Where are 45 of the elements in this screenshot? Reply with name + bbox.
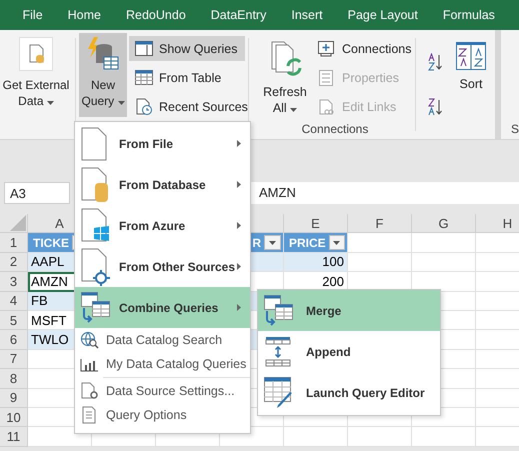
table-cell: 100 — [284, 252, 348, 272]
menu-item[interactable]: Query Options — [75, 403, 250, 427]
row-header[interactable]: 8 — [0, 369, 28, 389]
ribbon-tab[interactable]: Page Layout — [335, 8, 430, 22]
row-header[interactable]: 10 — [0, 408, 28, 428]
get-external-data-button[interactable]: Get External Data — [0, 33, 72, 119]
row-header[interactable]: 1 — [0, 233, 28, 253]
sort-button[interactable]: Sort — [451, 30, 491, 139]
group-label: Connections — [300, 122, 370, 138]
ribbon-tab[interactable]: Home — [55, 8, 114, 22]
row-header[interactable]: 7 — [0, 350, 28, 370]
ribbon-tab[interactable]: Formulas — [430, 8, 508, 22]
new-query-button[interactable]: New Query — [79, 33, 127, 117]
row-header[interactable]: 5 — [0, 310, 28, 330]
row-header[interactable]: 4 — [0, 292, 28, 311]
name-box[interactable]: A3 — [4, 182, 70, 204]
column-header[interactable]: G — [412, 214, 476, 234]
menu-item[interactable]: Data Source Settings... — [75, 379, 250, 403]
row-header[interactable]: 11 — [0, 427, 28, 447]
header-text: PRICE — [288, 236, 326, 250]
column-header[interactable]: H — [476, 214, 519, 234]
column-header[interactable]: E — [284, 214, 348, 234]
row-header[interactable]: 3 — [0, 272, 28, 292]
header-text: TICKE — [32, 236, 69, 250]
group-label: S — [510, 122, 519, 138]
row-header[interactable]: 9 — [0, 388, 28, 408]
ribbon-button[interactable]: Connections — [312, 36, 412, 61]
menu-item[interactable]: Launch Query Editor — [258, 372, 440, 413]
menu-item[interactable]: Combine Queries — [75, 287, 250, 328]
ribbon-tab[interactable]: Insert — [278, 8, 336, 22]
row-header[interactable]: 6 — [0, 330, 28, 350]
column-header[interactable]: F — [348, 214, 412, 234]
ribbon-button[interactable]: From Table — [129, 65, 245, 90]
refresh-all-button[interactable]: Refresh All — [258, 30, 312, 122]
ribbon-tab[interactable]: File — [10, 8, 56, 22]
ribbon-tab[interactable]: RedoUndo — [114, 8, 198, 22]
header-text: R — [251, 236, 261, 250]
menu-item[interactable]: Merge — [258, 290, 440, 331]
ribbon-tab[interactable]: DataEntry — [198, 8, 279, 22]
menu-item[interactable]: Append — [258, 331, 440, 372]
menu-item[interactable]: From File — [75, 123, 250, 164]
ribbon-button[interactable]: Recent Sources — [129, 94, 245, 119]
row-header[interactable]: 2 — [0, 252, 28, 272]
ribbon-button[interactable]: Show Queries — [129, 36, 245, 61]
menu-item[interactable]: My Data Catalog Queries — [75, 352, 250, 376]
